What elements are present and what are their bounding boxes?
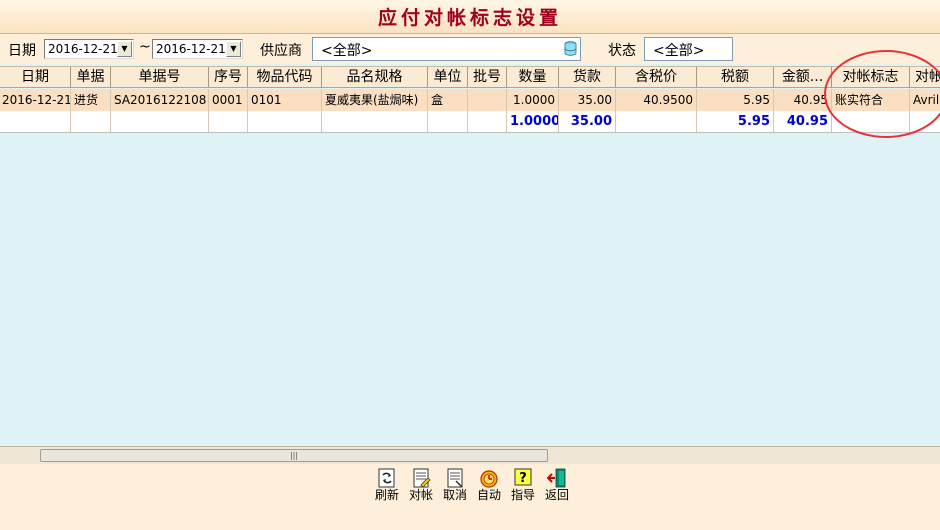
data-grid[interactable]: 日期 单据 单据号 序号 物品代码 品名规格 单位 批号 数量 货款 含税价 税… — [0, 64, 940, 446]
column-header-doc-type[interactable]: 单据 — [71, 67, 111, 87]
date-from-dropdown-icon[interactable]: ▼ — [117, 41, 132, 57]
cell-seq[interactable]: 0001 — [209, 89, 248, 111]
cell-date[interactable]: 2016-12-21 — [0, 89, 71, 111]
guide-button[interactable]: ? 指导 — [507, 468, 539, 506]
annotation-circle — [824, 50, 940, 138]
back-label: 返回 — [544, 488, 569, 502]
back-button[interactable]: 返回 — [541, 468, 573, 506]
filter-bar: 日期 2016-12-21 ▼ ~ 2016-12-21 ▼ 供应商 <全部> … — [0, 34, 940, 64]
refresh-icon — [378, 468, 395, 488]
date-to-value: 2016-12-21 — [156, 42, 226, 56]
column-header-qty[interactable]: 数量 — [507, 67, 559, 87]
auto-button[interactable]: 自动 — [473, 468, 505, 506]
column-header-item-name[interactable]: 品名规格 — [322, 67, 428, 87]
document-cancel-icon — [447, 468, 463, 488]
column-header-seq[interactable]: 序号 — [209, 67, 248, 87]
title-bar: 应付对帐标志设置 — [0, 0, 940, 34]
cell-unit[interactable]: 盒 — [428, 89, 468, 111]
totals-row: 1.0000 35.00 5.95 40.95 — [0, 111, 940, 133]
window-title: 应付对帐标志设置 — [377, 7, 562, 29]
auto-label: 自动 — [476, 488, 501, 502]
help-icon: ? — [514, 468, 532, 486]
table-row[interactable]: 2016-12-21 进货 SA2016122108 0001 0101 夏威夷… — [0, 89, 940, 111]
cancel-button[interactable]: 取消 — [439, 468, 471, 506]
date-from-value: 2016-12-21 — [48, 42, 118, 56]
reconcile-label: 对帐 — [408, 488, 433, 502]
cell-item-name[interactable]: 夏威夷果(盐焗味) — [322, 89, 428, 111]
refresh-button[interactable]: 刷新 — [371, 468, 403, 506]
grid-header: 日期 单据 单据号 序号 物品代码 品名规格 单位 批号 数量 货款 含税价 税… — [0, 66, 940, 88]
status-field[interactable]: <全部> — [644, 37, 733, 61]
date-from-picker[interactable]: 2016-12-21 ▼ — [44, 39, 134, 59]
column-header-doc-no[interactable]: 单据号 — [111, 67, 209, 87]
supplier-label: 供应商 — [260, 43, 302, 59]
date-label: 日期 — [8, 43, 36, 59]
date-separator: ~ — [139, 39, 151, 55]
bottom-toolbar: 刷新 对帐 取消 自动 ? 指导 返回 — [0, 464, 940, 530]
supplier-value: <全部> — [321, 43, 373, 59]
status-value: <全部> — [653, 43, 705, 59]
guide-label: 指导 — [510, 488, 535, 502]
column-header-tax[interactable]: 税额 — [697, 67, 774, 87]
cell-batch[interactable] — [468, 89, 507, 111]
date-to-picker[interactable]: 2016-12-21 ▼ — [152, 39, 243, 59]
cell-item-code[interactable]: 0101 — [248, 89, 322, 111]
scrollbar-thumb[interactable]: ||| — [40, 449, 548, 462]
reconcile-button[interactable]: 对帐 — [405, 468, 437, 506]
database-lookup-icon[interactable] — [564, 41, 577, 56]
column-header-date[interactable]: 日期 — [0, 67, 71, 87]
column-header-batch[interactable]: 批号 — [468, 67, 507, 87]
cell-goods-amount[interactable]: 35.00 — [559, 89, 616, 111]
column-header-unit[interactable]: 单位 — [428, 67, 468, 87]
column-header-tax-price[interactable]: 含税价 — [616, 67, 697, 87]
cancel-label: 取消 — [442, 488, 467, 502]
total-goods-amount: 35.00 — [559, 111, 616, 132]
column-header-amount[interactable]: 金额... — [774, 67, 832, 87]
total-tax: 5.95 — [697, 111, 774, 132]
cell-tax-price[interactable]: 40.9500 — [616, 89, 697, 111]
total-amount: 40.95 — [774, 111, 832, 132]
cell-tax[interactable]: 5.95 — [697, 89, 774, 111]
total-qty: 1.0000 — [507, 111, 559, 132]
column-header-goods-amount[interactable]: 货款 — [559, 67, 616, 87]
svg-text:?: ? — [519, 471, 527, 486]
column-header-item-code[interactable]: 物品代码 — [248, 67, 322, 87]
cell-doc-type[interactable]: 进货 — [71, 89, 111, 111]
document-edit-icon — [413, 468, 431, 488]
supplier-field[interactable]: <全部> — [312, 37, 581, 61]
cell-doc-no[interactable]: SA2016122108 — [111, 89, 209, 111]
refresh-label: 刷新 — [374, 488, 399, 502]
cell-qty[interactable]: 1.0000 — [507, 89, 559, 111]
status-label: 状态 — [608, 43, 636, 59]
clock-icon — [480, 470, 498, 488]
exit-door-icon — [547, 468, 566, 488]
horizontal-scrollbar[interactable]: ||| — [0, 446, 940, 464]
date-to-dropdown-icon[interactable]: ▼ — [226, 41, 241, 57]
